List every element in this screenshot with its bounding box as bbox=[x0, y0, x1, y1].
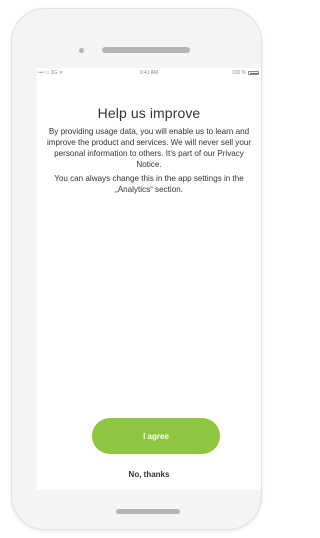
battery-status: 100 % bbox=[232, 70, 259, 76]
phone-frame: •••○○ 3G ᯤ 9:41 AM 100 % Help us improve… bbox=[11, 8, 262, 530]
status-bar: •••○○ 3G ᯤ 9:41 AM 100 % bbox=[37, 68, 261, 78]
camera-dot bbox=[79, 48, 84, 53]
usage-data-description: By providing usage data, you will enable… bbox=[46, 127, 252, 169]
speaker-slot bbox=[102, 47, 190, 53]
app-screen: •••○○ 3G ᯤ 9:41 AM 100 % Help us improve… bbox=[37, 68, 261, 490]
decline-link[interactable]: No, thanks bbox=[37, 470, 261, 479]
battery-percent: 100 % bbox=[231, 70, 246, 76]
home-indicator bbox=[116, 509, 180, 514]
page-title: Help us improve bbox=[97, 105, 201, 121]
battery-icon bbox=[248, 71, 259, 75]
analytics-settings-note: You can always change this in the app se… bbox=[54, 174, 244, 194]
agree-button[interactable]: I agree bbox=[92, 418, 220, 454]
status-time: 9:41 AM bbox=[139, 70, 159, 76]
